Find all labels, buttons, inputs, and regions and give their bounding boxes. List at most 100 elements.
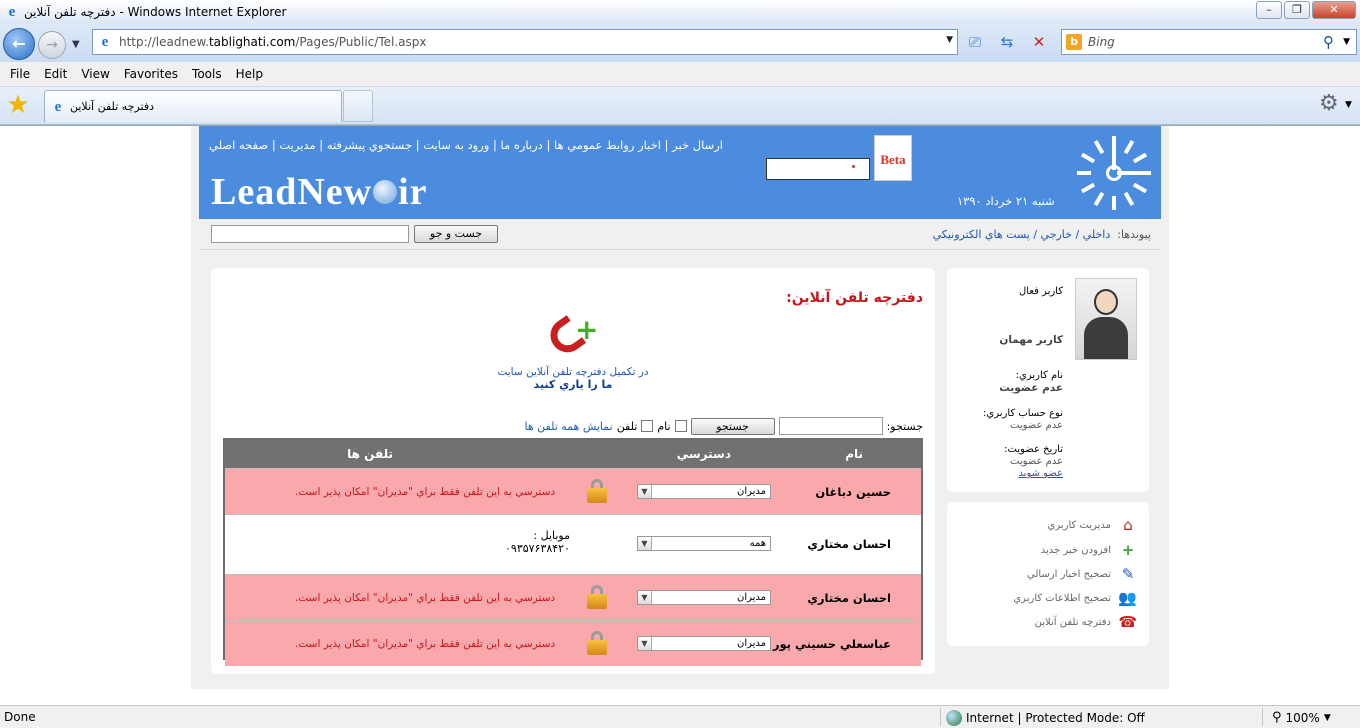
menu-file[interactable]: File — [4, 67, 38, 81]
show-all-phones-link[interactable]: نمايش همه تلفن ها — [524, 420, 612, 433]
chevron-down-icon[interactable]: ▼ — [638, 537, 652, 550]
new-tab-button[interactable] — [343, 90, 373, 122]
menu-user-management[interactable]: ⌂ مديريت كاربري — [1048, 514, 1137, 536]
web-page: ارسال خبر | اخبار روابط عمومي ها | دربار… — [191, 126, 1169, 689]
back-button[interactable]: ← — [3, 28, 35, 60]
links-text[interactable]: داخلي / خارجي / پست هاي الكترونيكي — [933, 228, 1111, 241]
menu-help[interactable]: Help — [230, 67, 271, 81]
add-news-icon: + — [1121, 541, 1135, 559]
maximize-icon[interactable]: ❐ — [1284, 1, 1310, 19]
access-select[interactable]: مديران ▼ — [637, 484, 771, 499]
house-icon: ⌂ — [1123, 516, 1133, 534]
site-header: ارسال خبر | اخبار روابط عمومي ها | دربار… — [199, 126, 1161, 219]
menu-phone-book[interactable]: ☎ دفترچه تلفن آنلاين — [1035, 611, 1137, 633]
stop-icon[interactable]: ✕ — [1026, 30, 1052, 54]
contact-name: عباسعلي حسيني پور — [772, 637, 891, 651]
window-title: دفترچه تلفن آنلاين - Windows Internet Ex… — [24, 5, 287, 19]
bing-logo-icon: b — [1066, 34, 1082, 50]
phone-checkbox[interactable] — [641, 420, 654, 432]
phone-checkbox-label: تلفن — [616, 419, 638, 433]
phone-table: نام دسترسي تلفن ها حسين دباغان مديران ▼ د… — [223, 438, 923, 666]
tools-dropdown-icon[interactable]: ▼ — [1345, 100, 1352, 110]
menu-edit-news[interactable]: ✎ تصحيح اخبار ارسالي — [1027, 563, 1137, 585]
contact-name: احسان مختاري — [807, 537, 891, 551]
site-search-input[interactable] — [211, 225, 409, 243]
status-bar: Done Internet | Protected Mode: Off ⚲ 10… — [0, 705, 1360, 728]
clock-icon — [1077, 136, 1151, 210]
compatibility-view-icon[interactable]: ⎚ — [962, 30, 988, 54]
menu-edit-user-info[interactable]: 👥 تصحيح اطلاعات كاربري — [1013, 587, 1137, 609]
add-phone-icon[interactable]: + — [543, 315, 598, 362]
tab-ie-icon: e — [54, 98, 62, 115]
gear-icon[interactable]: ⚙ — [1319, 92, 1339, 116]
tab-bar: ★ e دفترچه تلفن آنلاين ⚙ ▼ — [0, 87, 1360, 125]
table-row: حسين دباغان مديران ▼ دسترسي به اين تلفن ف… — [225, 468, 921, 514]
address-bar[interactable]: e http://leadnew.tablighati.com/Pages/Pu… — [92, 29, 958, 55]
username-value: عدم عضويت — [999, 382, 1063, 394]
zoom-control[interactable]: ⚲ 100% ▼ — [1272, 710, 1331, 725]
menu-favorites[interactable]: Favorites — [118, 67, 186, 81]
lock-icon — [587, 479, 607, 503]
menu-view[interactable]: View — [75, 67, 117, 81]
beta-badge: Beta — [874, 135, 912, 181]
tab-phone-book[interactable]: e دفترچه تلفن آنلاين — [44, 90, 342, 122]
table-header: نام دسترسي تلفن ها — [225, 440, 921, 468]
phone-search-input[interactable] — [778, 417, 883, 435]
header-access: دسترسي — [676, 447, 731, 461]
access-message: دسترسي به اين تلفن فقط براي "مديران" امك… — [295, 638, 556, 650]
chevron-down-icon[interactable]: ▼ — [638, 591, 652, 604]
avatar — [1075, 278, 1137, 360]
chevron-down-icon[interactable]: ▼ — [638, 637, 652, 650]
page-ie-icon: e — [101, 34, 109, 50]
access-select[interactable]: مديران ▼ — [637, 590, 771, 605]
user-panel: كاربر فعال كاربر مهمان نام كاربري: عدم ع… — [947, 268, 1149, 492]
internet-zone-icon — [946, 710, 962, 726]
header-input[interactable] — [766, 158, 870, 180]
zoom-icon: ⚲ — [1272, 710, 1282, 725]
table-row: احسان مختاري مديران ▼ دسترسي به اين تلفن … — [225, 574, 921, 620]
forward-button[interactable]: → — [38, 31, 66, 59]
menu-edit[interactable]: Edit — [38, 67, 75, 81]
lock-icon — [587, 585, 607, 609]
username-label: نام كاربري: — [1015, 370, 1063, 381]
minimize-icon[interactable]: – — [1256, 1, 1282, 19]
site-search-button[interactable]: جست و جو — [414, 225, 498, 243]
close-icon[interactable]: ✕ — [1312, 1, 1356, 19]
address-url[interactable]: http://leadnew.tablighati.com/Pages/Publ… — [119, 35, 426, 49]
search-box[interactable]: b Bing ⚲ ▼ — [1061, 29, 1357, 55]
phone-search-row: جستجو: جستجو نام تلفن نمايش همه تلفن ها — [524, 416, 923, 436]
help-text[interactable]: در تكميل دفترچه تلفن آنلاين سايت ما را يا… — [481, 366, 665, 391]
zoom-dropdown-icon[interactable]: ▼ — [1324, 713, 1331, 723]
search-icon[interactable]: ⚲ — [1323, 33, 1334, 51]
recent-pages-dropdown-icon[interactable]: ▼ — [72, 39, 80, 50]
name-checkbox[interactable] — [674, 420, 687, 432]
menu-add-news[interactable]: + افزودن خبر جديد — [1041, 539, 1137, 561]
lock-icon — [587, 631, 607, 655]
navigation-bar: ← → ▼ e http://leadnew.tablighati.com/Pa… — [0, 24, 1360, 62]
access-message: دسترسي به اين تلفن فقط براي "مديران" امك… — [295, 486, 556, 498]
search-placeholder[interactable]: Bing — [1088, 35, 1115, 49]
site-logo[interactable]: LeadNew ir — [211, 170, 428, 214]
join-date-value: عدم عضويت — [1010, 456, 1063, 467]
account-type-label: نوع حساب كاربري: — [983, 408, 1063, 419]
security-zone[interactable]: Internet | Protected Mode: Off — [946, 710, 1145, 726]
status-text: Done — [4, 710, 36, 724]
phone-search-button[interactable]: جستجو — [690, 417, 775, 435]
globe-icon — [373, 180, 398, 205]
chevron-down-icon[interactable]: ▼ — [638, 485, 652, 498]
join-link[interactable]: عضو شويد — [1018, 468, 1063, 479]
main-content: دفترچه تلفن آنلاين: + در تكميل دفترچه تل… — [211, 268, 935, 674]
access-select[interactable]: همه ▼ — [637, 536, 771, 551]
top-navigation[interactable]: ارسال خبر | اخبار روابط عمومي ها | دربار… — [209, 138, 723, 152]
access-select[interactable]: مديران ▼ — [637, 636, 771, 651]
window-controls: – ❐ ✕ — [1256, 1, 1356, 19]
contact-name: حسين دباغان — [815, 485, 891, 499]
table-row: احسان مختاري همه ▼ موبايل :۰۹۳۵۷۶۳۸۴۲۰ — [225, 514, 921, 574]
ie-logo-icon: e — [8, 4, 16, 20]
search-dropdown-icon[interactable]: ▼ — [1343, 37, 1350, 47]
refresh-icon[interactable]: ⇆ — [994, 30, 1020, 54]
menu-tools[interactable]: Tools — [186, 67, 230, 81]
address-dropdown-icon[interactable]: ▼ — [946, 35, 953, 45]
page-title: دفترچه تلفن آنلاين: — [786, 290, 923, 306]
favorites-star-icon[interactable]: ★ — [4, 91, 32, 119]
